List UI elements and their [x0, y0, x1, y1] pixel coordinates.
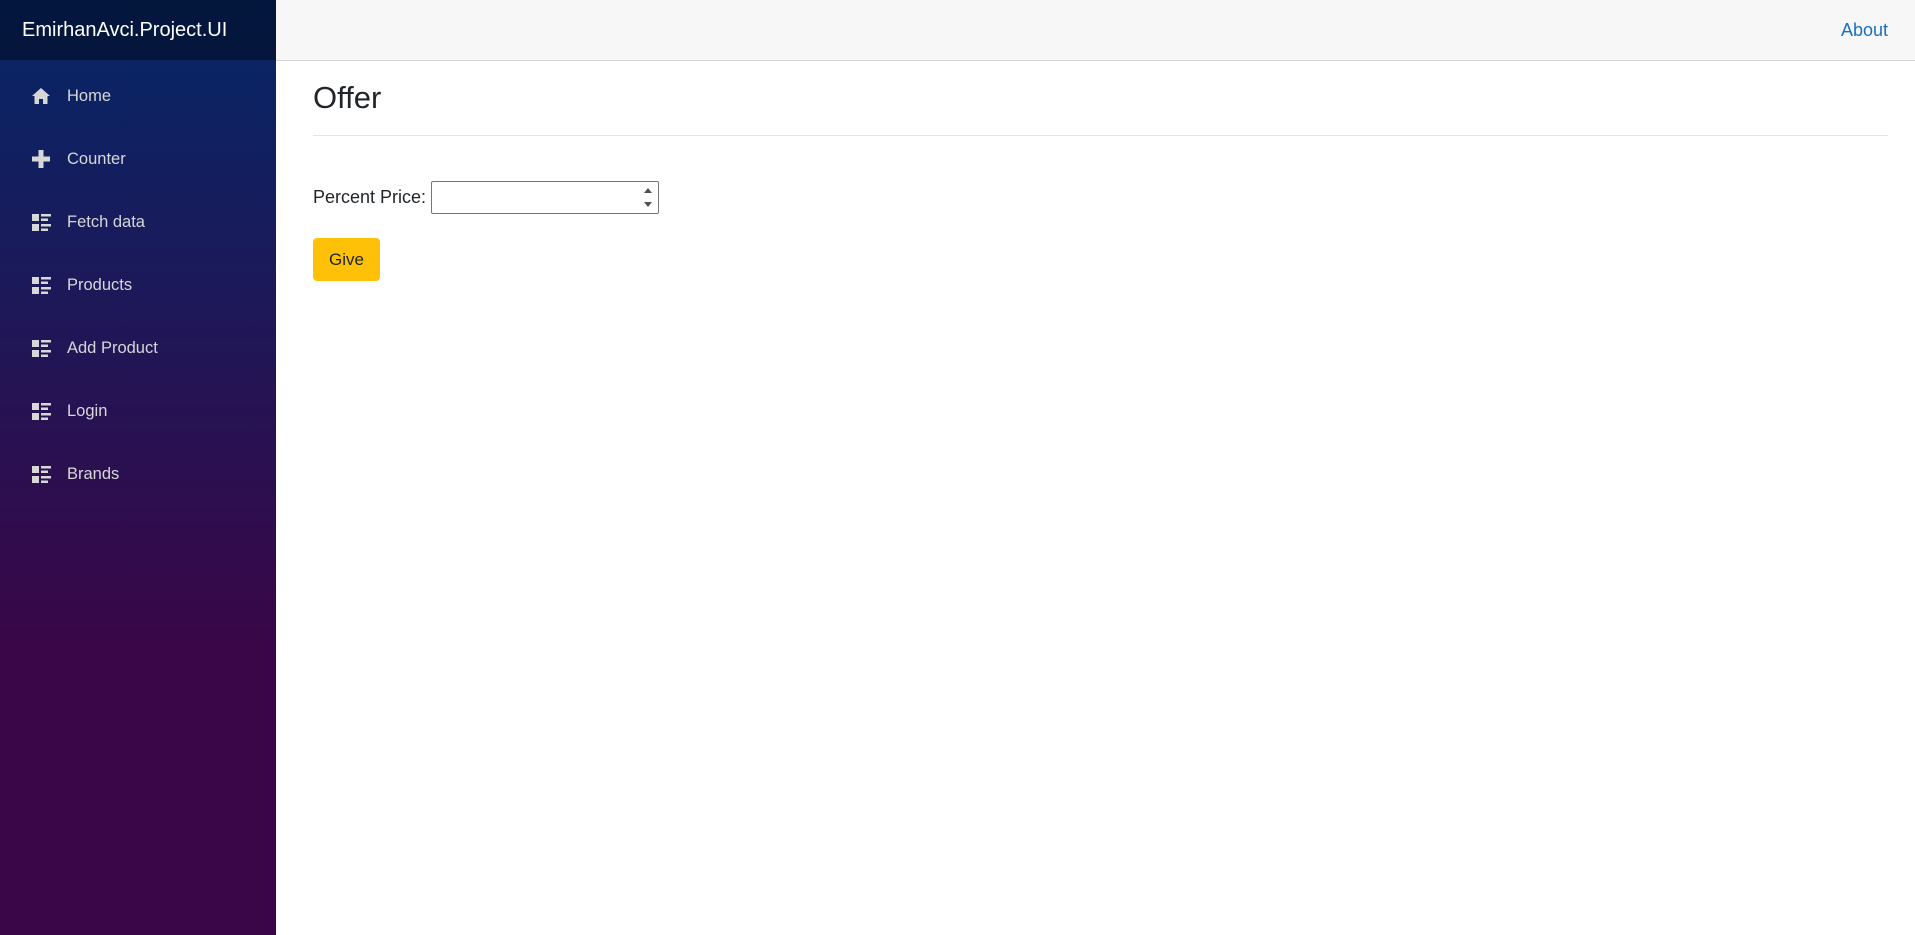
sidebar-item-products[interactable]: Products: [16, 261, 264, 309]
sidebar-item-login[interactable]: Login: [16, 387, 264, 435]
give-button[interactable]: Give: [313, 238, 380, 282]
sidebar-item-label: Products: [67, 275, 133, 294]
sidebar-item-counter[interactable]: Counter: [16, 135, 264, 183]
about-link[interactable]: About: [1841, 20, 1888, 41]
sidebar-item-label: Home: [67, 86, 112, 105]
plus-icon: [30, 148, 52, 170]
percent-price-field: [431, 181, 660, 215]
app-brand[interactable]: EmirhanAvci.Project.UI: [22, 19, 227, 42]
sidebar-nav: Home Counter Fetch data Products Add Pro…: [0, 60, 276, 498]
percent-price-input[interactable]: [432, 182, 633, 214]
spin-up-button[interactable]: [640, 184, 656, 198]
percent-price-row: Percent Price:: [313, 181, 1888, 215]
sidebar-item-label: Brands: [67, 464, 120, 483]
app-root: EmirhanAvci.Project.UI Home Counter Fetc…: [0, 0, 1915, 935]
top-bar: About: [276, 0, 1915, 61]
spin-down-button[interactable]: [640, 198, 656, 212]
home-icon: [30, 85, 52, 107]
list-icon: [30, 463, 52, 485]
sidebar-item-add-product[interactable]: Add Product: [16, 324, 264, 372]
sidebar: EmirhanAvci.Project.UI Home Counter Fetc…: [0, 0, 276, 935]
percent-price-label: Percent Price:: [313, 187, 427, 208]
sidebar-item-label: Add Product: [67, 338, 158, 357]
list-icon: [30, 211, 52, 233]
list-icon: [30, 274, 52, 296]
sidebar-item-label: Login: [67, 401, 108, 420]
page-content: Offer Percent Price: Give: [276, 61, 1915, 282]
sidebar-item-label: Counter: [67, 149, 126, 168]
arrow-up-icon: [644, 188, 653, 194]
main-area: About Offer Percent Price: Give: [276, 0, 1915, 935]
brand-bar: EmirhanAvci.Project.UI: [0, 0, 276, 60]
sidebar-item-label: Fetch data: [67, 212, 145, 231]
arrow-down-icon: [644, 201, 653, 207]
list-icon: [30, 337, 52, 359]
page-title: Offer: [313, 79, 1888, 137]
number-spinner: [640, 184, 656, 211]
sidebar-item-fetch-data[interactable]: Fetch data: [16, 198, 264, 246]
sidebar-item-brands[interactable]: Brands: [16, 450, 264, 498]
sidebar-item-home[interactable]: Home: [16, 72, 264, 120]
list-icon: [30, 400, 52, 422]
